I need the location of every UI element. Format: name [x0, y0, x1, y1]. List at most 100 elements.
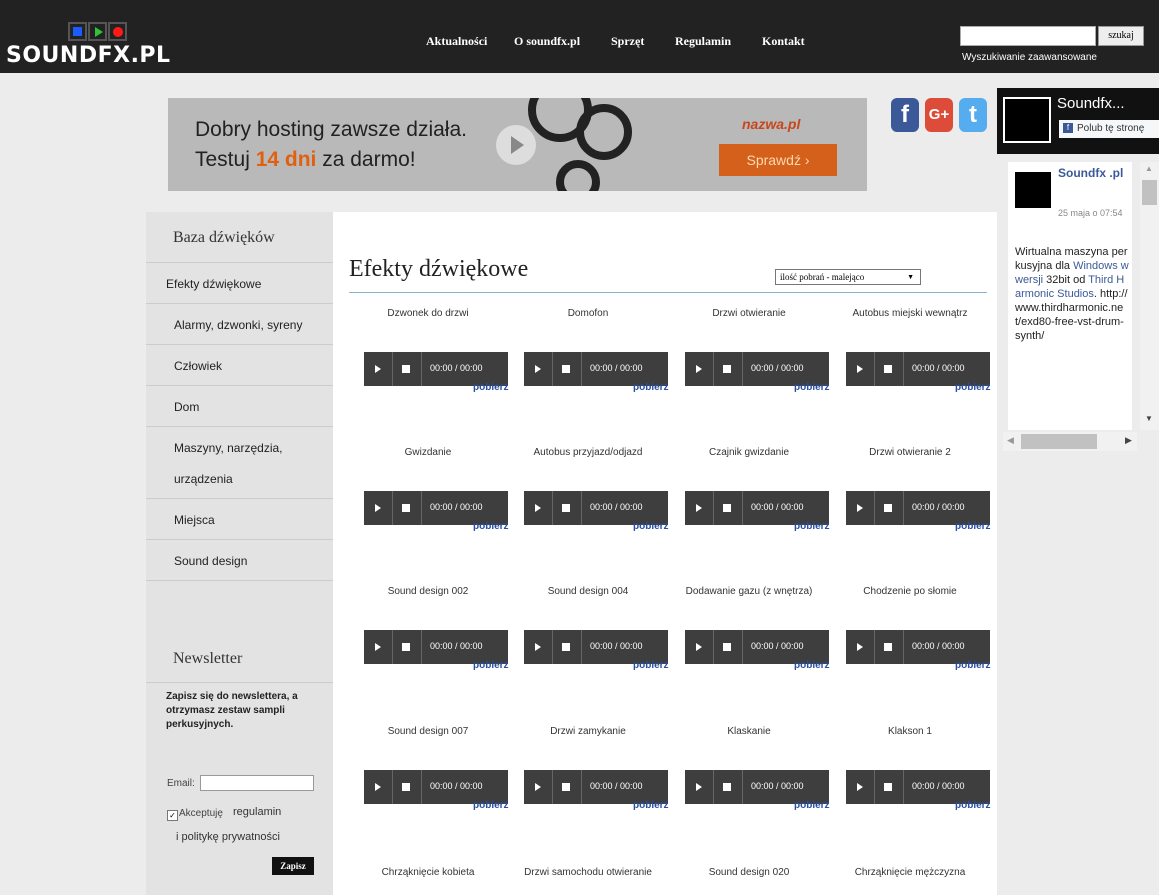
- download-link[interactable]: pobierz: [633, 660, 669, 671]
- nav-kontakt[interactable]: Kontakt: [762, 34, 805, 49]
- stop-icon[interactable]: [393, 770, 422, 804]
- sound-title[interactable]: Drzwi samochodu otwieranie: [507, 867, 669, 878]
- privacy-policy-link[interactable]: i politykę prywatności: [176, 831, 280, 843]
- google-plus-icon[interactable]: G+: [925, 98, 953, 132]
- nav-o-soundfx[interactable]: O soundfx.pl: [514, 34, 580, 49]
- sound-title[interactable]: Domofon: [507, 308, 669, 319]
- stop-icon[interactable]: [714, 630, 743, 664]
- stop-icon[interactable]: [393, 352, 422, 386]
- download-link[interactable]: pobierz: [955, 800, 991, 811]
- play-icon[interactable]: [524, 770, 553, 804]
- sidebar-item-efekty[interactable]: Efekty dźwiękowe: [146, 262, 333, 304]
- sound-title[interactable]: Gwizdanie: [347, 447, 509, 458]
- play-icon[interactable]: [364, 491, 393, 525]
- download-link[interactable]: pobierz: [473, 800, 509, 811]
- sound-title[interactable]: Drzwi otwieranie 2: [829, 447, 991, 458]
- feed-horizontal-scrollbar[interactable]: ◀ ▶: [1003, 432, 1137, 451]
- sound-title[interactable]: Klaskanie: [668, 726, 830, 737]
- play-icon[interactable]: [524, 491, 553, 525]
- play-icon[interactable]: [364, 352, 393, 386]
- sound-title[interactable]: Drzwi otwieranie: [668, 308, 830, 319]
- download-link[interactable]: pobierz: [955, 521, 991, 532]
- hosting-ad-banner[interactable]: Dobry hosting zawsze działa. Testuj 14 d…: [168, 98, 867, 191]
- nav-regulamin[interactable]: Regulamin: [675, 34, 731, 49]
- stop-icon[interactable]: [553, 630, 582, 664]
- stop-icon[interactable]: [714, 491, 743, 525]
- regulamin-link[interactable]: regulamin: [233, 806, 281, 818]
- play-icon[interactable]: [364, 770, 393, 804]
- download-link[interactable]: pobierz: [955, 660, 991, 671]
- sidebar-item-czlowiek[interactable]: Człowiek: [146, 344, 333, 386]
- stop-icon[interactable]: [714, 352, 743, 386]
- sidebar-item-sound-design[interactable]: Sound design: [146, 539, 333, 581]
- twitter-icon[interactable]: t: [959, 98, 987, 132]
- sound-title[interactable]: Dzwonek do drzwi: [347, 308, 509, 319]
- search-button[interactable]: szukaj: [1098, 26, 1144, 46]
- play-icon[interactable]: [846, 491, 875, 525]
- play-icon[interactable]: [685, 352, 714, 386]
- post-avatar[interactable]: [1015, 172, 1051, 208]
- sound-title[interactable]: Autobus miejski wewnątrz: [829, 308, 991, 319]
- sidebar-item-dom[interactable]: Dom: [146, 385, 333, 427]
- sidebar-item-alarmy[interactable]: Alarmy, dzwonki, syreny: [146, 303, 333, 345]
- download-link[interactable]: pobierz: [473, 521, 509, 532]
- sound-title[interactable]: Chrząknięcie kobieta: [347, 867, 509, 878]
- download-link[interactable]: pobierz: [473, 660, 509, 671]
- stop-icon[interactable]: [875, 352, 904, 386]
- accept-checkbox[interactable]: ✓: [167, 810, 178, 821]
- stop-icon[interactable]: [553, 491, 582, 525]
- sound-title[interactable]: Sound design 002: [347, 586, 509, 597]
- search-input[interactable]: [960, 26, 1096, 46]
- play-icon[interactable]: [685, 630, 714, 664]
- stop-icon[interactable]: [393, 491, 422, 525]
- download-link[interactable]: pobierz: [794, 521, 830, 532]
- sound-title[interactable]: Dodawanie gazu (z wnętrza): [668, 586, 830, 597]
- sound-title[interactable]: Sound design 007: [347, 726, 509, 737]
- play-icon[interactable]: [846, 770, 875, 804]
- sound-title[interactable]: Chodzenie po słomie: [829, 586, 991, 597]
- sound-title[interactable]: Drzwi zamykanie: [507, 726, 669, 737]
- newsletter-submit-button[interactable]: Zapisz: [272, 857, 314, 875]
- sound-title[interactable]: Sound design 020: [668, 867, 830, 878]
- facebook-like-button[interactable]: f Polub tę stronę: [1059, 120, 1159, 138]
- download-link[interactable]: pobierz: [794, 382, 830, 393]
- play-icon[interactable]: [685, 491, 714, 525]
- play-icon[interactable]: [846, 352, 875, 386]
- sound-title[interactable]: Sound design 004: [507, 586, 669, 597]
- download-link[interactable]: pobierz: [633, 382, 669, 393]
- stop-icon[interactable]: [714, 770, 743, 804]
- play-icon[interactable]: [846, 630, 875, 664]
- play-icon[interactable]: [524, 352, 553, 386]
- facebook-icon[interactable]: f: [891, 98, 919, 132]
- banner-cta-button[interactable]: Sprawdź ›: [719, 144, 837, 176]
- download-link[interactable]: pobierz: [633, 800, 669, 811]
- post-author[interactable]: Soundfx .pl: [1058, 166, 1123, 180]
- nav-sprzet[interactable]: Sprzęt: [611, 34, 644, 49]
- sidebar-item-maszyny[interactable]: Maszyny, narzędzia, urządzenia: [146, 426, 333, 499]
- facebook-page-name[interactable]: Soundfx...: [1057, 95, 1125, 112]
- sound-title[interactable]: Klakson 1: [829, 726, 991, 737]
- nav-aktualnosci[interactable]: Aktualności: [426, 34, 487, 49]
- download-link[interactable]: pobierz: [794, 800, 830, 811]
- download-link[interactable]: pobierz: [794, 660, 830, 671]
- stop-icon[interactable]: [393, 630, 422, 664]
- advanced-search-link[interactable]: Wyszukiwanie zaawansowane: [962, 52, 1097, 63]
- feed-vertical-scrollbar[interactable]: ▲ ▼: [1140, 162, 1159, 430]
- stop-icon[interactable]: [553, 352, 582, 386]
- post-date[interactable]: 25 maja o 07:54: [1058, 207, 1123, 219]
- play-icon[interactable]: [685, 770, 714, 804]
- play-icon[interactable]: [524, 630, 553, 664]
- sound-title[interactable]: Chrząknięcie mężczyzna: [829, 867, 991, 878]
- download-link[interactable]: pobierz: [633, 521, 669, 532]
- video-play-icon[interactable]: [496, 125, 536, 165]
- download-link[interactable]: pobierz: [955, 382, 991, 393]
- stop-icon[interactable]: [875, 770, 904, 804]
- stop-icon[interactable]: [553, 770, 582, 804]
- stop-icon[interactable]: [875, 630, 904, 664]
- sidebar-item-miejsca[interactable]: Miejsca: [146, 498, 333, 540]
- play-icon[interactable]: [364, 630, 393, 664]
- facebook-page-avatar[interactable]: [1003, 97, 1051, 143]
- download-link[interactable]: pobierz: [473, 382, 509, 393]
- sort-select[interactable]: ilość pobrań - malejąco ▼: [775, 269, 921, 285]
- sound-title[interactable]: Autobus przyjazd/odjazd: [507, 447, 669, 458]
